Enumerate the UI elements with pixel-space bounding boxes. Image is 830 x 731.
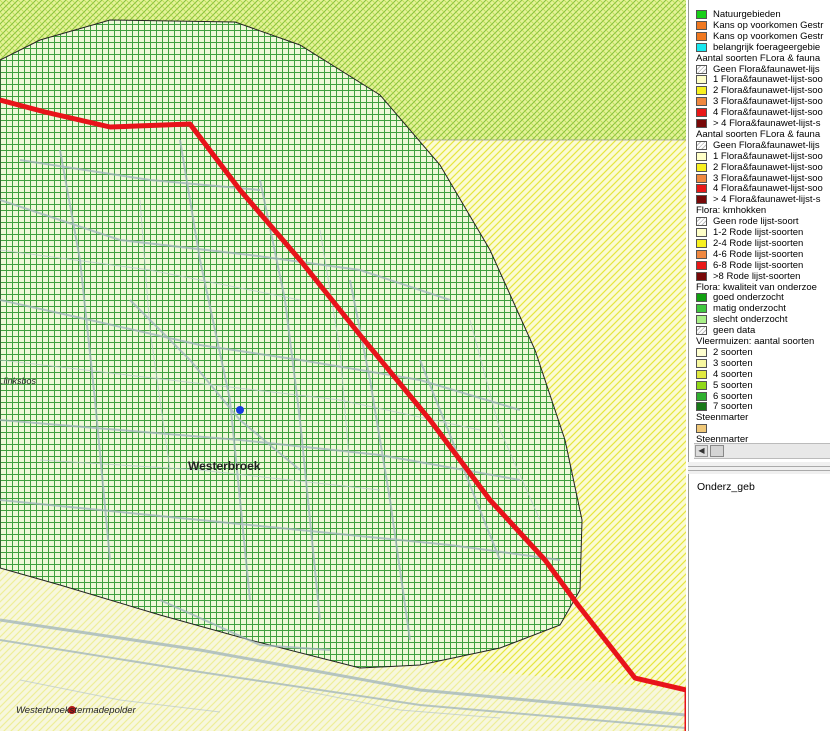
- legend-swatch: [696, 31, 707, 41]
- legend-item-label: 3 Flora&faunawet-lijst-soo: [713, 172, 823, 184]
- legend-item-label: 4 Flora&faunawet-lijst-soo: [713, 183, 823, 195]
- scroll-thumb[interactable]: [710, 445, 724, 457]
- legend-item-label: 2 soorten: [713, 346, 753, 358]
- legend-item-label: 1-2 Rode lijst-soorten: [713, 227, 804, 238]
- legend-swatch: [696, 402, 707, 412]
- legend-swatch: [696, 151, 707, 161]
- place-label: Westerbroek: [188, 459, 261, 473]
- legend-item-label: Kans op voorkomen Gestr: [713, 19, 824, 31]
- legend-swatch: [696, 140, 707, 150]
- legend-item-label: 4 Flora&faunawet-lijst-soo: [713, 107, 823, 119]
- legend-swatch: [696, 97, 707, 107]
- legend-swatch: [696, 108, 707, 118]
- legend-item-label: 3 soorten: [713, 357, 753, 369]
- legend-item-label: 6 soorten: [713, 390, 753, 402]
- legend-group-header: Vleermuizen: aantal soorten: [696, 336, 815, 347]
- forest-label: ...linksbos: [0, 376, 37, 386]
- legend-swatch: [696, 20, 707, 30]
- legend-item-label: belangrijk foerageergebie: [713, 41, 821, 53]
- legend-swatch: [696, 75, 707, 85]
- legend-swatch: [696, 271, 707, 281]
- legend-swatch: [696, 217, 707, 227]
- scroll-left-arrow-icon[interactable]: ◀: [695, 445, 708, 457]
- legend-item-label: 2 Flora&faunawet-lijst-soo: [713, 85, 823, 97]
- legend-swatch: [696, 195, 707, 205]
- legend-swatch: [696, 391, 707, 401]
- legend-swatch: [696, 304, 707, 314]
- legend-swatch: [696, 326, 707, 336]
- legend-swatch: [696, 293, 707, 303]
- map-canvas[interactable]: [0, 0, 686, 731]
- legend-item-label: Geen rode lijst-soort: [713, 216, 799, 228]
- legend-item-label: 4 soorten: [713, 368, 753, 380]
- polder-label: Westerbroekstermadepolder: [16, 705, 136, 716]
- legend-item-label: 2 Flora&faunawet-lijst-soo: [713, 161, 823, 173]
- legend-swatch: [696, 260, 707, 270]
- legend-item-label: Kans op voorkomen Gestr: [713, 30, 824, 42]
- legend-swatch: [696, 228, 707, 237]
- legend-item-label: goed onderzocht: [713, 292, 784, 304]
- legend-swatch: [696, 86, 707, 96]
- legend-group-header: Flora: kmhokken: [696, 205, 767, 217]
- legend-group-header: Steenmarter: [696, 412, 749, 424]
- legend-item-label: Geen Flora&faunawet-lijs: [713, 139, 820, 151]
- legend-swatch: [696, 369, 707, 379]
- legend-item-label: 7 soorten: [713, 401, 753, 413]
- legend-item-label: slecht onderzocht: [713, 314, 788, 326]
- legend-item-label: matig onderzocht: [713, 303, 786, 315]
- legend-swatch: [696, 10, 707, 19]
- legend-item-label: 4-6 Rode lijst-soorten: [713, 248, 804, 260]
- info-panel: Onderz_geb: [688, 474, 830, 731]
- location-marker[interactable]: [236, 406, 244, 414]
- legend-item-label: 3 Flora&faunawet-lijst-soo: [713, 96, 823, 108]
- legend-item-label: 1 Flora&faunawet-lijst-soo: [713, 150, 823, 162]
- legend-item-label: 6-8 Rode lijst-soorten: [713, 259, 804, 271]
- legend-group-header: Aantal soorten FLora & fauna: [696, 128, 821, 140]
- legend-swatch: [696, 380, 707, 390]
- legend-panel[interactable]: Natuurgebieden Kans op voorkomen Gestr Kan…: [688, 0, 830, 462]
- map-view[interactable]: Westerbroek ...linksbos Westerbroeksterm…: [0, 0, 686, 731]
- legend-item-label: 1 Flora&faunawet-lijst-soo: [713, 74, 823, 86]
- legend-horizontal-scrollbar[interactable]: ◀: [694, 443, 830, 459]
- legend-group-header: Aantal soorten FLora & fauna: [696, 52, 821, 64]
- legend-swatch: [696, 119, 707, 128]
- legend-item-label: 2-4 Rode lijst-soorten: [713, 237, 804, 249]
- legend-swatch: [696, 315, 707, 325]
- legend-swatch: [696, 238, 707, 248]
- legend-item-label: > 4 Flora&faunawet-lijst-s: [713, 194, 821, 206]
- legend-item-label: 5 soorten: [713, 379, 753, 391]
- legend-item-label: geen data: [713, 325, 756, 337]
- legend-group-header: Flora: kwaliteit van onderzoe: [696, 281, 817, 293]
- info-panel-title: Onderz_geb: [697, 481, 755, 493]
- legend-swatch: [696, 42, 707, 52]
- legend-swatch: [696, 184, 707, 194]
- legend-swatch: [696, 64, 707, 74]
- legend-item-label: > 4 Flora&faunawet-lijst-s: [713, 118, 821, 129]
- panel-splitter[interactable]: [688, 462, 830, 474]
- legend-item-label: >8 Rode lijst-soorten: [713, 270, 801, 282]
- legend-item-label: Natuurgebieden: [713, 9, 781, 20]
- legend-swatch: [696, 173, 707, 183]
- legend-swatch: [696, 358, 707, 368]
- legend-swatch: [696, 162, 707, 172]
- legend-swatch: [696, 424, 707, 434]
- legend-item-label: Geen Flora&faunawet-lijs: [713, 63, 820, 75]
- legend-swatch: [696, 249, 707, 259]
- legend-swatch: [696, 347, 707, 357]
